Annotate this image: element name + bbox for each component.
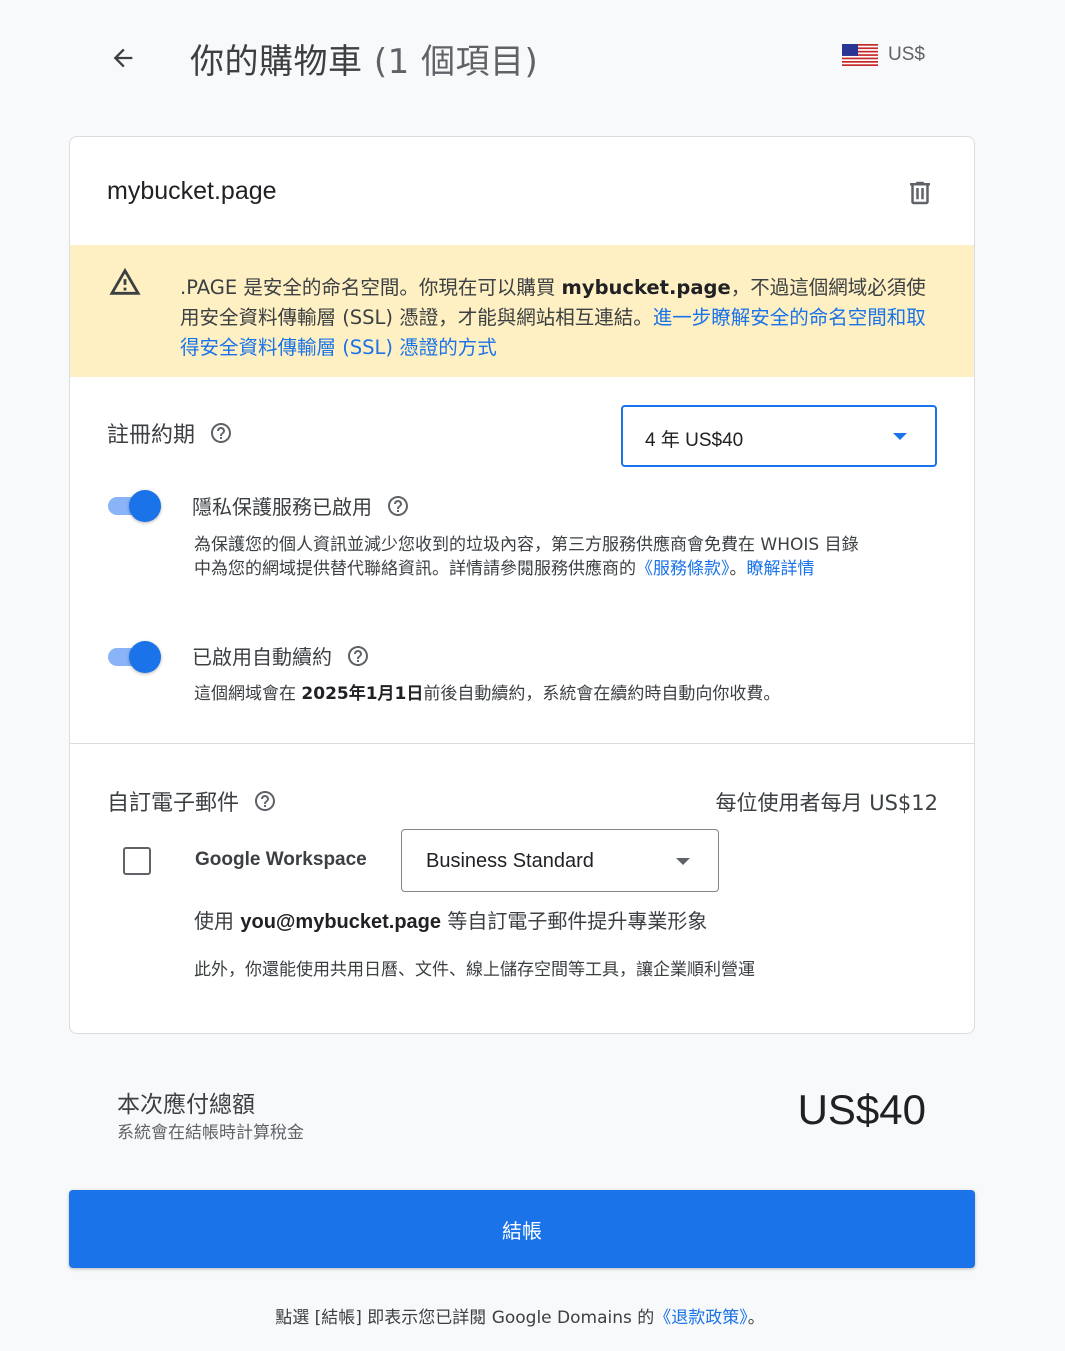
page-header: 你的購物車 (1 個項目) US$ [0,0,1065,116]
term-label: 註冊約期 [107,423,196,448]
help-icon[interactable] [386,494,410,518]
autorenew-desc-after: 前後自動續約，系統會在續約時自動向你收費。 [423,684,781,704]
footer-text-after: 。 [747,1308,765,1328]
email-price: 每位使用者每月 US$12 [715,791,938,815]
warning-text-before: .PAGE 是安全的命名空間。你現在可以購買 [180,276,562,299]
ssl-warning-banner: .PAGE 是安全的命名空間。你現在可以購買 mybucket.page，不過這… [70,245,974,377]
autorenew-title: 已啟用自動續約 [192,645,332,669]
footer-note: 點選 [結帳] 即表示您已詳閱 Google Domains 的《退款政策》。 [0,1303,1040,1328]
currency-selector[interactable]: US$ [842,44,925,66]
section-divider [70,743,974,744]
autorenew-toggle[interactable] [107,640,163,674]
us-flag-icon [842,44,878,66]
email-description-2: 此外，你還能使用共用日曆、文件、線上儲存空間等工具，讓企業順利營運 [194,960,755,980]
chevron-down-icon [676,858,690,865]
google-workspace-checkbox[interactable] [123,847,151,875]
email-description-1: 使用 you@mybucket.page 等自訂電子郵件提升專業形象 [194,905,707,934]
warning-text: .PAGE 是安全的命名空間。你現在可以購買 mybucket.page，不過這… [180,273,940,363]
autorenew-desc-before: 這個網域會在 [194,684,302,704]
autorenew-title-row: 已啟用自動續約 [192,641,370,670]
term-dropdown[interactable]: 4 年 US$40 [621,405,937,467]
help-icon[interactable] [209,421,233,445]
page-title-text: 你的購物車 [190,42,363,82]
help-icon[interactable] [346,644,370,668]
item-count: (1 個項目) [373,42,539,82]
privacy-learn-more-link[interactable]: 瞭解詳情 [747,559,815,579]
privacy-toggle[interactable] [107,489,163,523]
google-workspace-label: Google Workspace [195,849,367,870]
currency-label: US$ [888,44,925,65]
chevron-down-icon [893,433,907,440]
checkout-button[interactable]: 結帳 [69,1190,975,1268]
custom-email-label: 自訂電子郵件 [107,791,240,816]
privacy-description: 為保護您的個人資訊並減少您收到的垃圾內容，第三方服務供應商會免費在 WHOIS … [194,533,874,581]
warning-domain: mybucket.page [561,276,731,299]
page-title: 你的購物車 (1 個項目) [190,34,538,83]
back-arrow-icon[interactable] [103,38,143,78]
total-amount: US$40 [797,1086,926,1133]
tax-note: 系統會在結帳時計算稅金 [117,1123,304,1143]
email-desc1-before: 使用 [194,909,241,933]
example-email: you@mybucket.page [240,911,442,933]
email-desc1-after: 等自訂電子郵件提升專業形象 [441,909,708,933]
terms-of-service-link[interactable]: 《服務條款》 [636,559,730,579]
toggle-thumb [129,641,161,673]
custom-email-row: 自訂電子郵件 [107,785,277,817]
privacy-title: 隱私保護服務已啟用 [192,495,372,519]
total-label: 本次應付總額 [117,1092,255,1118]
domain-name: mybucket.page [107,177,277,205]
privacy-title-row: 隱私保護服務已啟用 [192,491,410,520]
registration-term-row: 註冊約期 [107,417,233,449]
trash-icon[interactable] [902,175,938,211]
term-selected-value: 4 年 US$40 [645,430,744,451]
plan-selected-value: Business Standard [426,850,594,872]
help-icon[interactable] [253,789,277,813]
workspace-plan-dropdown[interactable]: Business Standard [401,829,719,892]
renewal-date: 2025年1月1日 [301,684,424,704]
toggle-thumb [129,490,161,522]
refund-policy-link[interactable]: 《退款政策》 [654,1308,748,1328]
footer-text-before: 點選 [結帳] 即表示您已詳閱 Google Domains 的 [275,1308,655,1328]
warning-icon [109,267,141,295]
autorenew-description: 這個網域會在 2025年1月1日前後自動續約，系統會在續約時自動向你收費。 [194,682,874,706]
privacy-desc-sep: 。 [729,559,747,579]
cart-item-card: mybucket.page .PAGE 是安全的命名空間。你現在可以購買 myb… [69,136,975,1034]
